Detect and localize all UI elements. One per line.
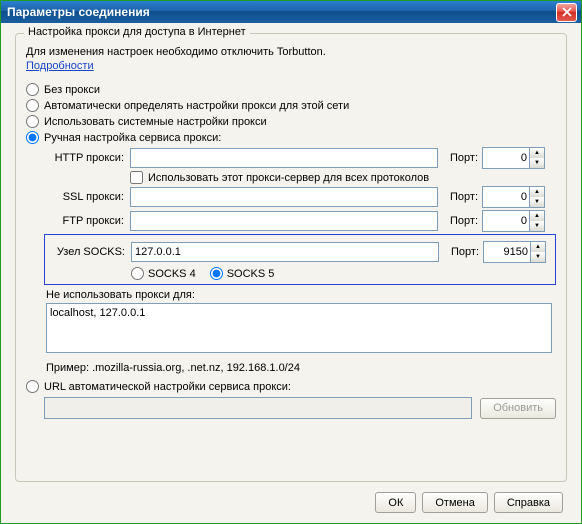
ssl-label: SSL прокси: [44,191,130,203]
http-port-label: Порт: [438,152,482,164]
socks-label: Узел SOCKS: [45,246,131,258]
socks-highlight: Узел SOCKS: Порт: ▲▼ SOCKS 4 SOCKS 5 [44,234,556,285]
radio-no-proxy-input[interactable] [26,83,39,96]
spin-up-icon[interactable]: ▲ [530,211,544,221]
socks-row: Узел SOCKS: Порт: ▲▼ [45,241,555,263]
radio-url-auto[interactable]: URL автоматической настройки сервиса про… [26,380,556,393]
ssl-port-label: Порт: [438,191,482,203]
radio-url-auto-label: URL автоматической настройки сервиса про… [44,381,291,393]
radio-socks4-input[interactable] [131,267,144,280]
http-label: HTTP прокси: [44,152,130,164]
radio-auto-detect-label: Автоматически определять настройки прокс… [44,100,349,112]
ftp-port-label: Порт: [438,215,482,227]
http-port-spinner: ▲▼ [530,147,545,169]
ssl-port-input[interactable] [482,186,530,208]
http-row: HTTP прокси: Порт: ▲▼ [44,147,556,169]
use-all-row[interactable]: Использовать этот прокси-сервер для всех… [130,171,556,184]
radio-system-label: Использовать системные настройки прокси [44,116,267,128]
ftp-port-spinner: ▲▼ [530,210,545,232]
url-input [44,397,472,419]
cancel-button[interactable]: Отмена [422,492,487,513]
no-proxy-label: Не использовать прокси для: [46,289,556,301]
socks-port-input[interactable] [483,241,531,263]
radio-auto-detect[interactable]: Автоматически определять настройки прокс… [26,99,556,112]
use-all-checkbox[interactable] [130,171,143,184]
spin-down-icon[interactable]: ▼ [530,158,544,168]
spin-down-icon[interactable]: ▼ [530,221,544,231]
radio-auto-detect-input[interactable] [26,99,39,112]
http-port-input[interactable] [482,147,530,169]
groupbox-title: Настройка прокси для доступа в Интернет [24,26,250,38]
ssl-row: SSL прокси: Порт: ▲▼ [44,186,556,208]
radio-system-input[interactable] [26,115,39,128]
info-text: Для изменения настроек необходимо отключ… [26,46,556,58]
details-link[interactable]: Подробности [26,60,94,72]
manual-proxy-grid: HTTP прокси: Порт: ▲▼ Использовать этот … [44,147,556,285]
no-proxy-textarea[interactable] [46,303,552,353]
spin-down-icon[interactable]: ▼ [531,252,545,262]
ok-button[interactable]: ОК [375,492,416,513]
ftp-port-input[interactable] [482,210,530,232]
use-all-label: Использовать этот прокси-сервер для всех… [148,172,429,184]
spin-up-icon[interactable]: ▲ [531,242,545,252]
dialog-buttons: ОК Отмена Справка [15,482,567,523]
ftp-label: FTP прокси: [44,215,130,227]
http-input[interactable] [130,148,438,168]
close-icon [562,7,572,17]
dialog-content: Настройка прокси для доступа в Интернет … [1,23,581,523]
spin-down-icon[interactable]: ▼ [530,197,544,207]
radio-manual-input[interactable] [26,131,39,144]
ftp-row: FTP прокси: Порт: ▲▼ [44,210,556,232]
ftp-input[interactable] [130,211,438,231]
socks4-label: SOCKS 4 [148,268,196,280]
socks-input[interactable] [131,242,439,262]
dialog-window: Параметры соединения Настройка прокси дл… [0,0,582,524]
spin-up-icon[interactable]: ▲ [530,187,544,197]
spin-up-icon[interactable]: ▲ [530,148,544,158]
ssl-port-spinner: ▲▼ [530,186,545,208]
radio-system[interactable]: Использовать системные настройки прокси [26,115,556,128]
radio-no-proxy-label: Без прокси [44,84,100,96]
help-button[interactable]: Справка [494,492,563,513]
proxy-groupbox: Настройка прокси для доступа в Интернет … [15,33,567,482]
ssl-input[interactable] [130,187,438,207]
socks-port-spinner: ▲▼ [531,241,546,263]
radio-no-proxy[interactable]: Без прокси [26,83,556,96]
url-row: Обновить [44,397,556,419]
radio-socks4[interactable]: SOCKS 4 [131,267,196,280]
radio-url-auto-input[interactable] [26,380,39,393]
socks-version-row: SOCKS 4 SOCKS 5 [131,267,555,280]
radio-socks5-input[interactable] [210,267,223,280]
socks5-label: SOCKS 5 [227,268,275,280]
window-title: Параметры соединения [7,5,150,19]
titlebar: Параметры соединения [1,1,581,23]
radio-socks5[interactable]: SOCKS 5 [210,267,275,280]
radio-manual[interactable]: Ручная настройка сервиса прокси: [26,131,556,144]
radio-manual-label: Ручная настройка сервиса прокси: [44,132,221,144]
example-text: Пример: .mozilla-russia.org, .net.nz, 19… [46,362,556,374]
close-button[interactable] [556,3,577,22]
socks-port-label: Порт: [439,246,483,258]
reload-button: Обновить [480,398,556,419]
